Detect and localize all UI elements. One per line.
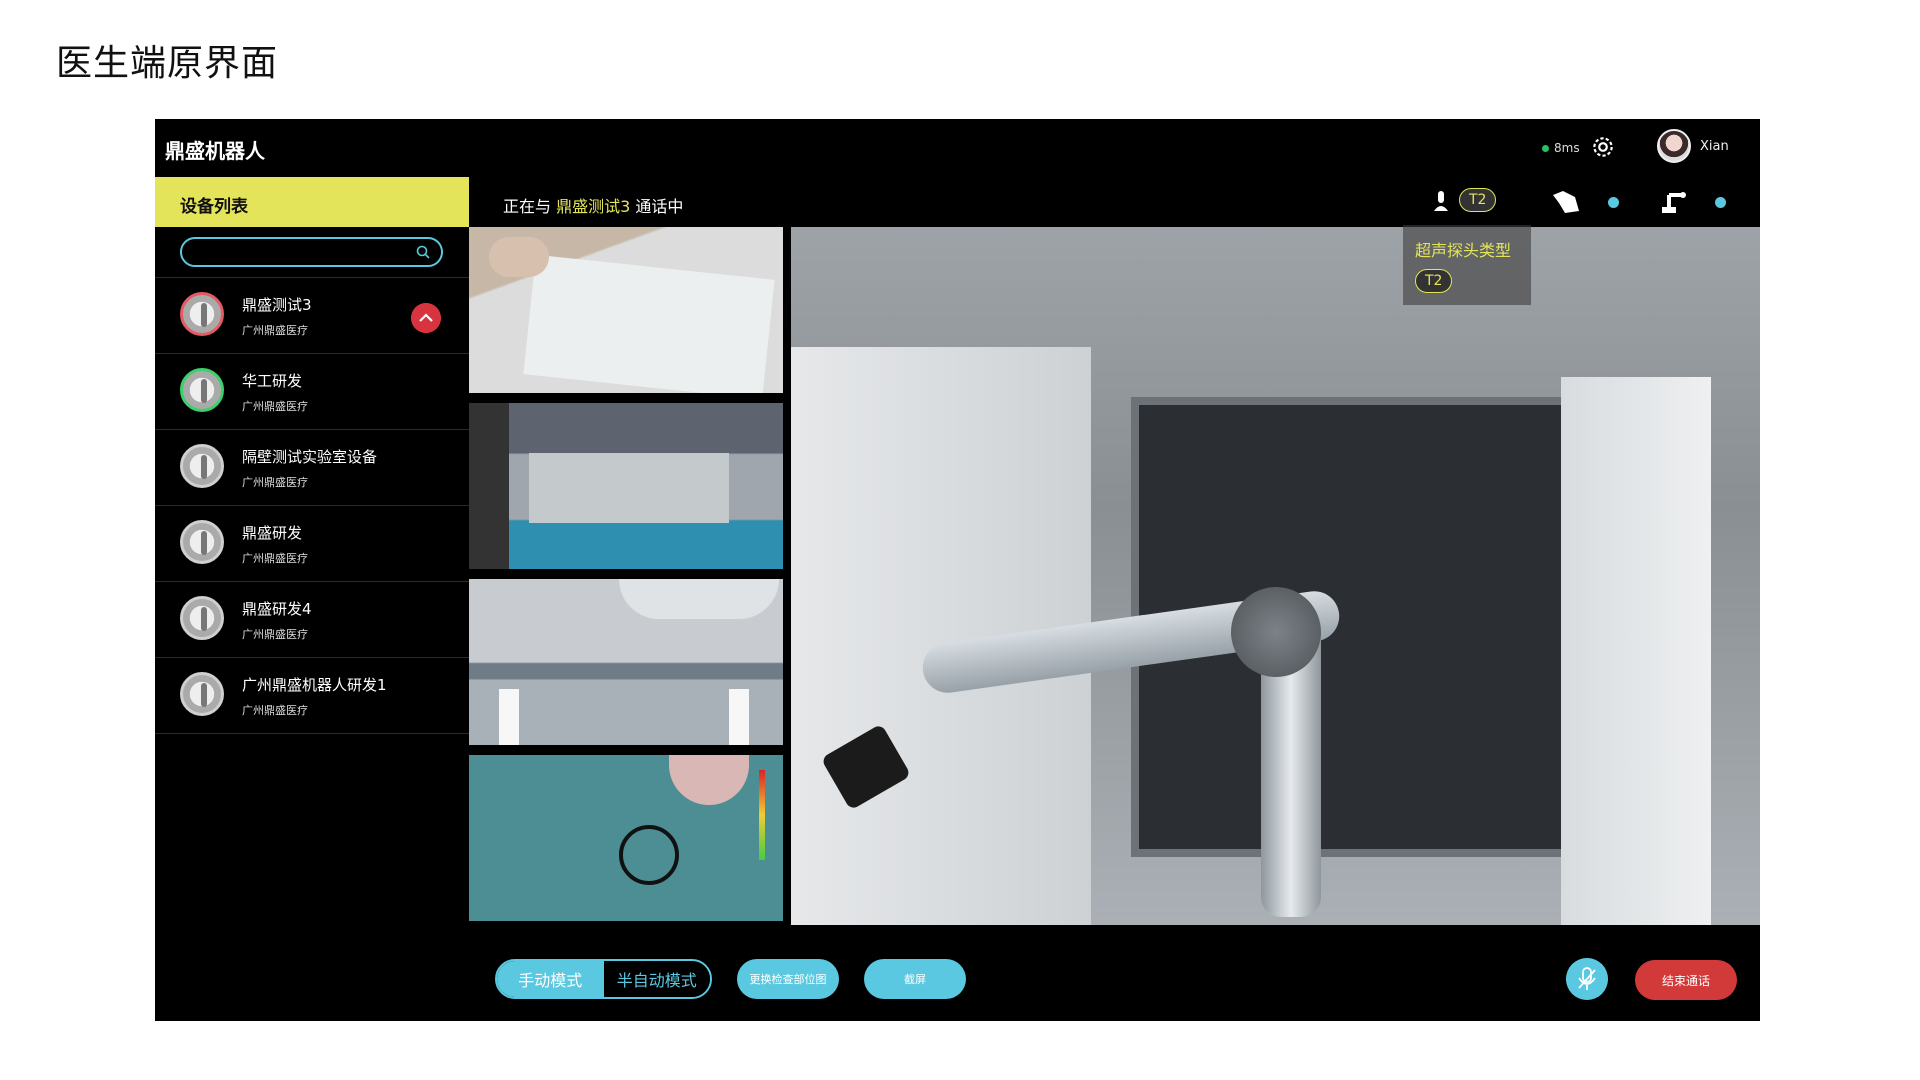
tooltip-badge[interactable]: T2	[1415, 269, 1453, 293]
brand-title: 鼎盛机器人	[165, 139, 265, 163]
call-status: 正在与 鼎盛测试3 通话中	[503, 193, 683, 217]
end-call-button[interactable]: 结束通话	[1635, 960, 1737, 1000]
mute-mic-icon[interactable]	[1566, 958, 1608, 1000]
hand-control-icon[interactable]	[1549, 187, 1585, 215]
device-org: 广州鼎盛医疗	[242, 704, 308, 717]
video-scene	[1561, 377, 1711, 925]
device-item[interactable]: 鼎盛研发 广州鼎盛医疗	[155, 506, 469, 582]
sidebar-title: 设备列表	[155, 177, 469, 227]
call-status-bar: 正在与 鼎盛测试3 通话中 T2	[469, 177, 1760, 227]
probe-type-tooltip: 超声探头类型 T2	[1403, 225, 1531, 305]
gear-icon[interactable]	[1590, 134, 1616, 160]
device-item[interactable]: 鼎盛测试3 广州鼎盛医疗	[155, 278, 469, 354]
app-window: 鼎盛机器人 8ms Xian 设备列表 鼎盛测试3 广州鼎盛医疗 华工研发 广州…	[155, 119, 1760, 1021]
device-name: 鼎盛研发4	[242, 600, 312, 618]
user-avatar[interactable]	[1657, 129, 1691, 163]
username[interactable]: Xian	[1700, 139, 1729, 154]
device-item[interactable]: 隔壁测试实验室设备 广州鼎盛医疗	[155, 430, 469, 506]
device-org: 广州鼎盛医疗	[242, 400, 308, 413]
device-avatar	[180, 520, 224, 564]
top-bar: 鼎盛机器人 8ms Xian	[155, 119, 1760, 177]
device-item[interactable]: 广州鼎盛机器人研发1 广州鼎盛医疗	[155, 658, 469, 734]
device-name: 广州鼎盛机器人研发1	[242, 676, 387, 694]
device-org: 广州鼎盛医疗	[242, 324, 308, 337]
signal-dot-icon	[1542, 144, 1549, 152]
device-org: 广州鼎盛医疗	[242, 628, 308, 641]
device-org: 广州鼎盛医疗	[242, 552, 308, 565]
device-name: 华工研发	[242, 372, 303, 390]
device-name: 鼎盛测试3	[242, 296, 312, 314]
ultrasound-probe-icon[interactable]	[1429, 189, 1453, 215]
device-avatar	[180, 292, 224, 336]
change-position-button[interactable]: 更换检查部位图	[737, 959, 839, 999]
device-avatar	[180, 444, 224, 488]
camera-feed-1[interactable]	[469, 227, 783, 393]
hand-status-dot	[1608, 197, 1619, 208]
camera-feed-4[interactable]	[469, 755, 783, 921]
semi-auto-mode-button[interactable]: 半自动模式	[603, 961, 710, 997]
screenshot-button[interactable]: 截屏	[864, 959, 966, 999]
search-box	[180, 237, 443, 267]
call-prefix: 正在与	[503, 197, 552, 216]
device-item[interactable]: 鼎盛研发4 广州鼎盛医疗	[155, 582, 469, 658]
device-list: 鼎盛测试3 广州鼎盛医疗 华工研发 广州鼎盛医疗 隔壁测试实验室设备 广州鼎盛医…	[155, 277, 469, 734]
device-org: 广州鼎盛医疗	[242, 476, 308, 489]
robot-arm-icon[interactable]	[1659, 187, 1689, 215]
camera-feed-2[interactable]	[469, 403, 783, 569]
device-avatar	[180, 368, 224, 412]
robot-status-dot	[1715, 197, 1726, 208]
manual-mode-button[interactable]: 手动模式	[497, 961, 604, 997]
latency-indicator: 8ms	[1542, 141, 1580, 155]
page-title: 医生端原界面	[56, 43, 279, 84]
search-icon[interactable]	[415, 244, 431, 260]
search-input[interactable]	[182, 239, 402, 265]
latency-value: 8ms	[1554, 141, 1580, 155]
camera-feed-3[interactable]	[469, 579, 783, 745]
hangup-icon[interactable]	[411, 303, 441, 333]
device-avatar	[180, 596, 224, 640]
call-suffix: 通话中	[635, 197, 684, 216]
probe-type-badge[interactable]: T2	[1459, 188, 1497, 212]
control-bar: 手动模式 半自动模式 更换检查部位图 截屏 结束通话	[469, 925, 1760, 1021]
mode-toggle: 手动模式 半自动模式	[495, 959, 712, 999]
device-name: 隔壁测试实验室设备	[242, 448, 378, 466]
device-avatar	[180, 672, 224, 716]
device-name: 鼎盛研发	[242, 524, 303, 542]
call-target: 鼎盛测试3	[556, 197, 631, 216]
video-scene	[1231, 587, 1321, 677]
device-item[interactable]: 华工研发 广州鼎盛医疗	[155, 354, 469, 430]
main-camera-feed[interactable]	[791, 227, 1760, 925]
tooltip-title: 超声探头类型	[1415, 241, 1512, 260]
camera-thumbnails	[469, 227, 783, 925]
sidebar: 设备列表 鼎盛测试3 广州鼎盛医疗 华工研发 广州鼎盛医疗 隔壁测试实验室设备 …	[155, 177, 469, 1021]
